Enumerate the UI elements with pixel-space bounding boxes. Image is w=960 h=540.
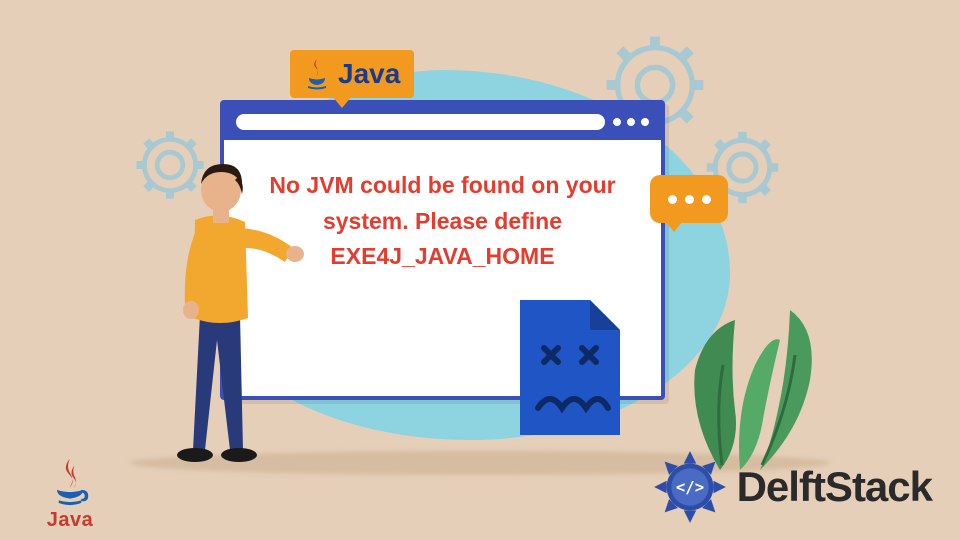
delftstack-brand: </> DelftStack xyxy=(651,448,932,526)
java-badge-label: Java xyxy=(338,58,400,90)
url-bar xyxy=(236,114,605,130)
person-illustration xyxy=(145,150,315,470)
illustration-canvas: No JVM could be found on your system. Pl… xyxy=(0,0,960,540)
window-dot xyxy=(627,118,635,126)
dot xyxy=(668,195,677,204)
dot xyxy=(685,195,694,204)
delftstack-badge-icon: </> xyxy=(651,448,729,526)
window-controls xyxy=(613,118,649,126)
browser-titlebar xyxy=(224,104,661,140)
chat-bubble-icon xyxy=(650,175,728,223)
delftstack-label: DelftStack xyxy=(737,463,932,511)
dot xyxy=(702,195,711,204)
window-dot xyxy=(641,118,649,126)
sad-file-icon xyxy=(510,290,630,440)
java-corner-label: Java xyxy=(30,509,110,532)
java-logo-corner: Java xyxy=(30,457,110,532)
svg-text:</>: </> xyxy=(676,478,704,496)
window-dot xyxy=(613,118,621,126)
java-badge: Java xyxy=(290,50,414,98)
java-cup-icon xyxy=(304,58,330,90)
plant-decoration xyxy=(660,270,840,470)
